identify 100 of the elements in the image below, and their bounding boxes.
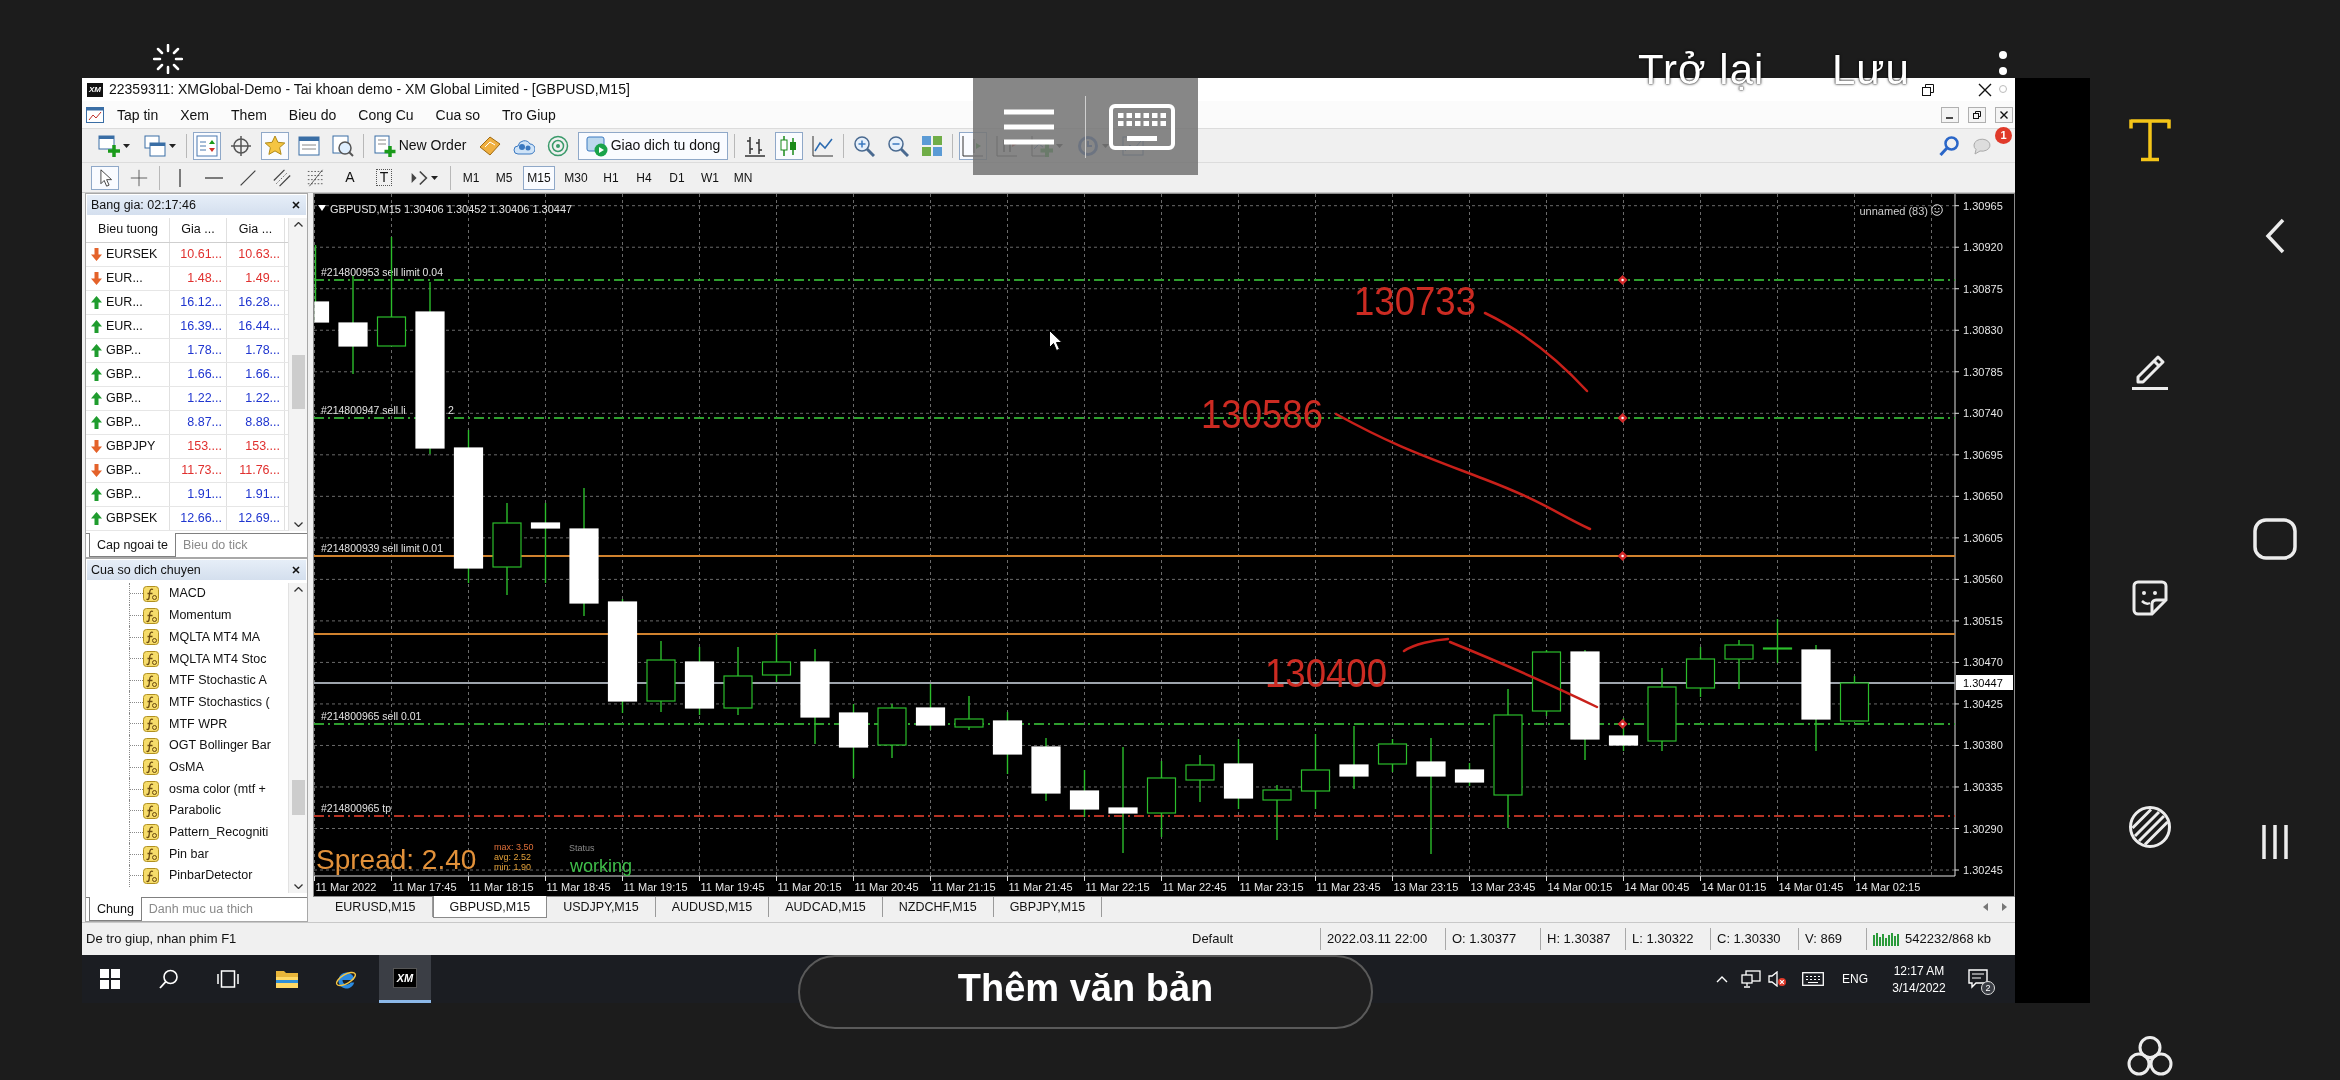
network-icon[interactable] [1741,970,1761,988]
chart-tab[interactable]: AUDUSD,M15 [655,897,770,917]
scroll-down-icon[interactable] [293,522,303,527]
minimize-icon[interactable] [1941,106,1959,123]
chart-window-icon[interactable] [86,106,104,123]
menu-item[interactable]: Cong Cu [347,104,425,125]
timeframe-button[interactable]: H1 [597,165,625,190]
favorites-button[interactable] [261,131,289,160]
symbol-name[interactable]: GBPJPY [106,435,156,458]
menu-item[interactable]: Them [220,104,278,125]
scrollbar[interactable] [288,583,307,893]
scroll-down-icon[interactable] [293,884,303,889]
chart-tab[interactable]: GBPJPY,M15 [993,897,1103,917]
language-indicator[interactable]: ENG [1842,972,1868,986]
menu-item[interactable]: Cua so [424,104,491,125]
text-tool-icon[interactable] [2128,116,2172,163]
navigator-item[interactable]: Parabolic [169,801,222,821]
chart-tab[interactable]: EURUSD,M15 [319,897,433,917]
striped-circle-icon[interactable] [2128,804,2172,849]
timeframe-button[interactable]: M1 [457,165,485,190]
panel-tab[interactable]: Cap ngoai te [89,533,176,557]
dropdown-triangle-icon[interactable] [318,205,326,211]
navigator-item[interactable]: MQLTA MT4 Stoc [169,649,267,669]
navigator-item[interactable]: PinbarDetector [169,866,253,886]
kebab-menu-icon[interactable] [1998,50,2008,94]
timeframe-button[interactable]: M5 [490,165,518,190]
column-header[interactable]: Gia ... [227,218,285,242]
speaker-muted-icon[interactable] [1768,971,1786,987]
chart-tab[interactable]: NZDCHF,M15 [882,897,994,917]
cursor-button[interactable] [91,165,119,190]
navigator-item[interactable]: MTF Stochastic A [169,671,267,690]
symbol-name[interactable]: GBP... [106,339,142,362]
panel-tab[interactable]: Bieu do tick [175,534,255,556]
navigator-item[interactable]: Pin bar [169,844,209,864]
close-icon[interactable] [292,566,300,574]
symbol-name[interactable]: GBP... [106,387,142,410]
chart-tab[interactable]: USDJPY,M15 [547,897,656,917]
close-icon[interactable] [1995,106,2013,123]
scroll-left-icon[interactable] [1983,903,1988,911]
column-header[interactable]: Bieu tuong [86,218,170,242]
menu-item[interactable]: Bieu do [277,104,348,125]
restore-icon[interactable] [1922,83,1934,96]
chevron-up-icon[interactable] [1716,975,1728,983]
scroll-up-icon[interactable] [293,222,303,227]
menu-item[interactable]: Xem [169,104,221,125]
navigator-item[interactable]: MTF Stochastics ( [169,692,270,712]
scrollbar-thumb[interactable] [291,355,305,409]
restore-icon[interactable] [1968,106,1986,123]
chart-tab[interactable]: AUDCAD,M15 [769,897,883,917]
symbol-name[interactable]: EUR... [106,315,143,338]
navigator-item[interactable]: MTF WPR [169,714,228,734]
timeframe-button[interactable]: M15 [523,165,555,190]
chart-tab[interactable]: GBPUSD,M15 [432,896,548,918]
clock-time[interactable]: 12:17 AM [1893,963,1945,978]
timeframe-button[interactable]: D1 [663,165,691,190]
navigator-item[interactable]: MACD [169,584,206,604]
panel-tab[interactable]: Danh muc ua thich [141,898,261,920]
timeframe-button[interactable]: W1 [696,165,724,190]
symbol-name[interactable]: EURSEK [106,243,158,266]
navigator-item[interactable]: Momentum [169,606,232,625]
symbol-name[interactable]: GBP... [106,363,142,386]
timeframe-button[interactable]: M30 [560,165,592,190]
scroll-right-icon[interactable] [2002,903,2007,911]
column-header[interactable]: Gia ... [170,218,227,242]
scrollbar-thumb[interactable] [291,780,305,815]
xm-app-button[interactable]: XM [379,955,431,1003]
navigator-item[interactable]: MQLTA MT4 MA [169,627,261,647]
navigator-item[interactable]: osma color (mtf + [169,779,266,799]
menu-item[interactable]: Tro Giup [490,104,567,125]
market-watch-button[interactable] [193,131,221,160]
keyboard-icon[interactable] [1802,972,1824,986]
circles-icon[interactable] [2125,1035,2175,1076]
close-icon[interactable] [292,201,300,209]
text-label-tool-button[interactable]: T [370,165,398,190]
clock-date[interactable]: 3/14/2022 [1892,980,1946,995]
add-text-button[interactable]: Thêm văn bản [798,955,1373,1029]
home-icon[interactable] [2253,517,2297,560]
symbol-name[interactable]: EUR... [106,267,143,290]
navigator-item[interactable]: OGT Bollinger Bar [169,736,271,756]
symbol-name[interactable]: GBP... [106,483,142,506]
text-tool-button[interactable]: A [336,165,364,190]
symbol-name[interactable]: GBPSEK [106,507,158,530]
auto-trading-button[interactable]: Giao dich tu dong [578,131,728,160]
close-icon[interactable] [1978,82,1992,97]
message-icon[interactable] [1968,969,1988,989]
symbol-name[interactable]: GBP... [106,411,142,434]
symbol-name[interactable]: GBP... [106,459,142,482]
timeframe-button[interactable]: H4 [630,165,658,190]
back-icon[interactable] [2264,216,2286,255]
symbol-name[interactable]: EUR... [106,291,143,314]
new-order-button[interactable]: New Order [370,131,470,160]
panel-tab[interactable]: Chung [89,897,142,921]
scroll-up-icon[interactable] [293,587,303,592]
scrollbar[interactable] [288,218,307,531]
timeframe-button[interactable]: MN [729,165,757,190]
menu-item[interactable]: Tap tin [106,104,170,125]
navigator-item[interactable]: Pattern_Recogniti [169,823,269,842]
navigator-item[interactable]: OsMA [169,757,204,777]
menu-icon[interactable] [1003,108,1054,145]
candlestick-chart-button[interactable] [775,131,803,160]
